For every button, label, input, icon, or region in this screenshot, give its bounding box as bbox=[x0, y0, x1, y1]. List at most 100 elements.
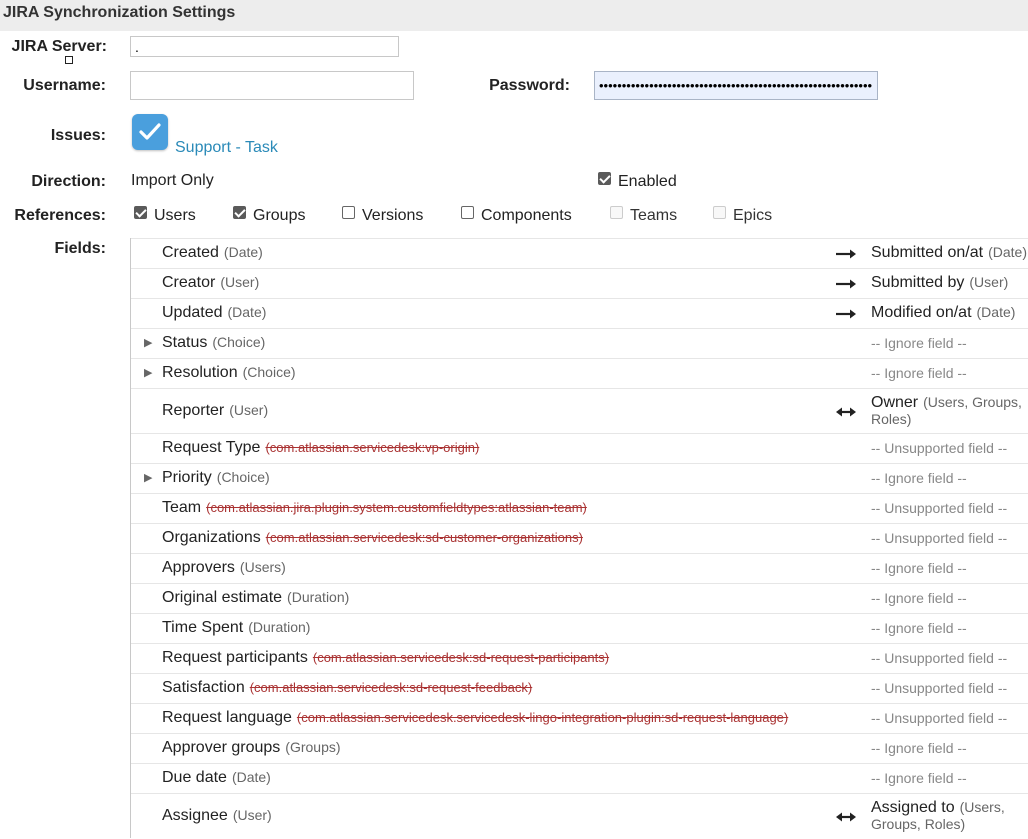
field-row[interactable]: Request participants (com.atlassian.servi… bbox=[131, 643, 1028, 674]
issues-label: Issues: bbox=[50, 127, 106, 144]
field-target[interactable]: -- Ignore field -- bbox=[871, 470, 967, 486]
field-name: Creator (User) bbox=[162, 274, 259, 292]
field-name: Resolution (Choice) bbox=[162, 364, 296, 382]
field-name: Request Type (com.atlassian.servicedesk:v… bbox=[162, 439, 479, 457]
field-target[interactable]: -- Unsupported field -- bbox=[871, 650, 1007, 666]
field-type: (com.atlassian.jira.plugin.system.custom… bbox=[206, 500, 587, 515]
field-name: Assignee (User) bbox=[162, 807, 272, 825]
field-target[interactable]: -- Ignore field -- bbox=[871, 740, 967, 756]
field-type: (com.atlassian.servicedesk.servicedesk-l… bbox=[296, 710, 789, 725]
field-target-name: -- Ignore field -- bbox=[871, 560, 967, 576]
jira-server-label: JIRA Server: bbox=[11, 38, 107, 55]
field-target[interactable]: Submitted on/at (Date) bbox=[871, 244, 1027, 262]
field-name: Updated (Date) bbox=[162, 304, 266, 322]
field-target[interactable]: -- Ignore field -- bbox=[871, 590, 967, 606]
field-name: Status (Choice) bbox=[162, 334, 265, 352]
field-target[interactable]: -- Ignore field -- bbox=[871, 620, 967, 636]
field-row[interactable]: ▶ Resolution (Choice) -- Ignore field -- bbox=[131, 358, 1028, 389]
field-name-text: Original estimate bbox=[162, 589, 283, 606]
reference-users-checkbox[interactable] bbox=[134, 206, 147, 219]
field-row[interactable]: Approvers (Users) -- Ignore field -- bbox=[131, 553, 1028, 584]
field-target-name: Owner bbox=[871, 394, 919, 411]
reference-groups-checkbox[interactable] bbox=[233, 206, 246, 219]
field-name: Created (Date) bbox=[162, 244, 263, 262]
field-type: (Choice) bbox=[216, 469, 270, 485]
field-type: (Date) bbox=[223, 244, 263, 260]
reference-epics-checkbox bbox=[713, 206, 726, 219]
field-row[interactable]: Reporter (User) Owner (Users, Groups, Roles… bbox=[131, 388, 1028, 434]
field-row[interactable]: ▶ Status (Choice) -- Ignore field -- bbox=[131, 328, 1028, 359]
field-target-name: -- Ignore field -- bbox=[871, 620, 967, 636]
field-name-text: Approvers bbox=[162, 559, 235, 576]
field-name: Satisfaction (com.atlassian.servicedesk:s… bbox=[162, 679, 532, 697]
field-target[interactable]: -- Unsupported field -- bbox=[871, 680, 1007, 696]
field-row[interactable]: Updated (Date) Modified on/at (Date) bbox=[131, 298, 1028, 329]
field-row[interactable]: Request Type (com.atlassian.servicedesk:v… bbox=[131, 433, 1028, 464]
reference-components-label: Components bbox=[481, 207, 572, 224]
field-target[interactable]: Modified on/at (Date) bbox=[871, 304, 1015, 322]
right-arrow-icon[interactable] bbox=[835, 278, 857, 290]
password-input[interactable] bbox=[594, 71, 878, 100]
field-target[interactable]: -- Unsupported field -- bbox=[871, 710, 1007, 726]
field-type: (Groups) bbox=[285, 739, 341, 755]
field-target[interactable]: -- Ignore field -- bbox=[871, 335, 967, 351]
field-target[interactable]: Submitted by (User) bbox=[871, 274, 1008, 292]
reference-epics-label: Epics bbox=[733, 207, 773, 224]
reference-groups-label: Groups bbox=[253, 207, 306, 224]
field-row[interactable]: Time Spent (Duration) -- Ignore field -- bbox=[131, 613, 1028, 644]
field-row[interactable]: Created (Date) Submitted on/at (Date) bbox=[131, 238, 1028, 269]
field-name: Team (com.atlassian.jira.plugin.system.cu… bbox=[162, 499, 587, 517]
enabled-checkbox[interactable] bbox=[598, 172, 611, 185]
field-row[interactable]: Due date (Date) -- Ignore field -- bbox=[131, 763, 1028, 794]
field-row[interactable]: Team (com.atlassian.jira.plugin.system.cu… bbox=[131, 493, 1028, 524]
right-arrow-icon[interactable] bbox=[835, 308, 857, 320]
field-row[interactable]: Original estimate (Duration) -- Ignore fie… bbox=[131, 583, 1028, 614]
field-row[interactable]: Satisfaction (com.atlassian.servicedesk:s… bbox=[131, 673, 1028, 704]
field-target[interactable]: -- Unsupported field -- bbox=[871, 500, 1007, 516]
reference-users-label: Users bbox=[154, 207, 196, 224]
username-label: Username: bbox=[23, 77, 106, 94]
field-target-type: (User) bbox=[969, 274, 1009, 290]
reference-versions-label: Versions bbox=[362, 207, 424, 224]
expand-triangle-icon[interactable]: ▶ bbox=[144, 471, 152, 484]
field-target-type: (Date) bbox=[976, 304, 1016, 320]
field-name-text: Request participants bbox=[162, 649, 308, 666]
references-label: References: bbox=[14, 207, 106, 224]
field-target[interactable]: -- Unsupported field -- bbox=[871, 440, 1007, 456]
right-arrow-icon[interactable] bbox=[835, 248, 857, 260]
settings-title: JIRA Synchronization Settings bbox=[0, 0, 1028, 31]
bidirectional-arrow-icon[interactable] bbox=[835, 406, 857, 418]
field-target[interactable]: Assigned to (Users, Groups, Roles) bbox=[871, 799, 1028, 833]
field-row[interactable]: Organizations (com.atlassian.servicedesk:… bbox=[131, 523, 1028, 554]
field-target-name: -- Unsupported field -- bbox=[871, 440, 1008, 456]
field-name-text: Due date bbox=[162, 769, 227, 786]
reference-versions-checkbox[interactable] bbox=[342, 206, 355, 219]
field-name: Priority (Choice) bbox=[162, 469, 270, 487]
field-target[interactable]: -- Ignore field -- bbox=[871, 365, 967, 381]
field-target[interactable]: -- Ignore field -- bbox=[871, 560, 967, 576]
field-target[interactable]: -- Unsupported field -- bbox=[871, 530, 1007, 546]
direction-value: Import Only bbox=[131, 172, 214, 189]
enabled-label: Enabled bbox=[618, 173, 677, 190]
field-target-name: -- Ignore field -- bbox=[871, 470, 967, 486]
field-target[interactable]: Owner (Users, Groups, Roles) bbox=[871, 394, 1028, 428]
field-target[interactable]: -- Ignore field -- bbox=[871, 770, 967, 786]
reference-teams-checkbox bbox=[610, 206, 623, 219]
field-target-name: -- Ignore field -- bbox=[871, 590, 967, 606]
field-name-text: Resolution bbox=[162, 364, 238, 381]
field-row[interactable]: ▶ Priority (Choice) -- Ignore field -- bbox=[131, 463, 1028, 494]
bidirectional-arrow-icon[interactable] bbox=[835, 811, 857, 823]
reference-components-checkbox[interactable] bbox=[461, 206, 474, 219]
issues-checkbox[interactable] bbox=[132, 114, 168, 150]
field-row[interactable]: Request language (com.atlassian.servicede… bbox=[131, 703, 1028, 734]
username-input[interactable] bbox=[130, 71, 414, 100]
field-row[interactable]: Creator (User) Submitted by (User) bbox=[131, 268, 1028, 299]
checkmark-icon bbox=[139, 123, 161, 140]
field-row[interactable]: Assignee (User) Assigned to (Users, Groups,… bbox=[131, 793, 1028, 839]
expand-triangle-icon[interactable]: ▶ bbox=[144, 336, 152, 349]
direction-label: Direction: bbox=[31, 173, 106, 190]
field-row[interactable]: Approver groups (Groups) -- Ignore field -… bbox=[131, 733, 1028, 764]
expand-triangle-icon[interactable]: ▶ bbox=[144, 366, 152, 379]
jira-server-input[interactable] bbox=[130, 36, 399, 57]
issue-type-link[interactable]: Support - Task bbox=[175, 139, 278, 157]
